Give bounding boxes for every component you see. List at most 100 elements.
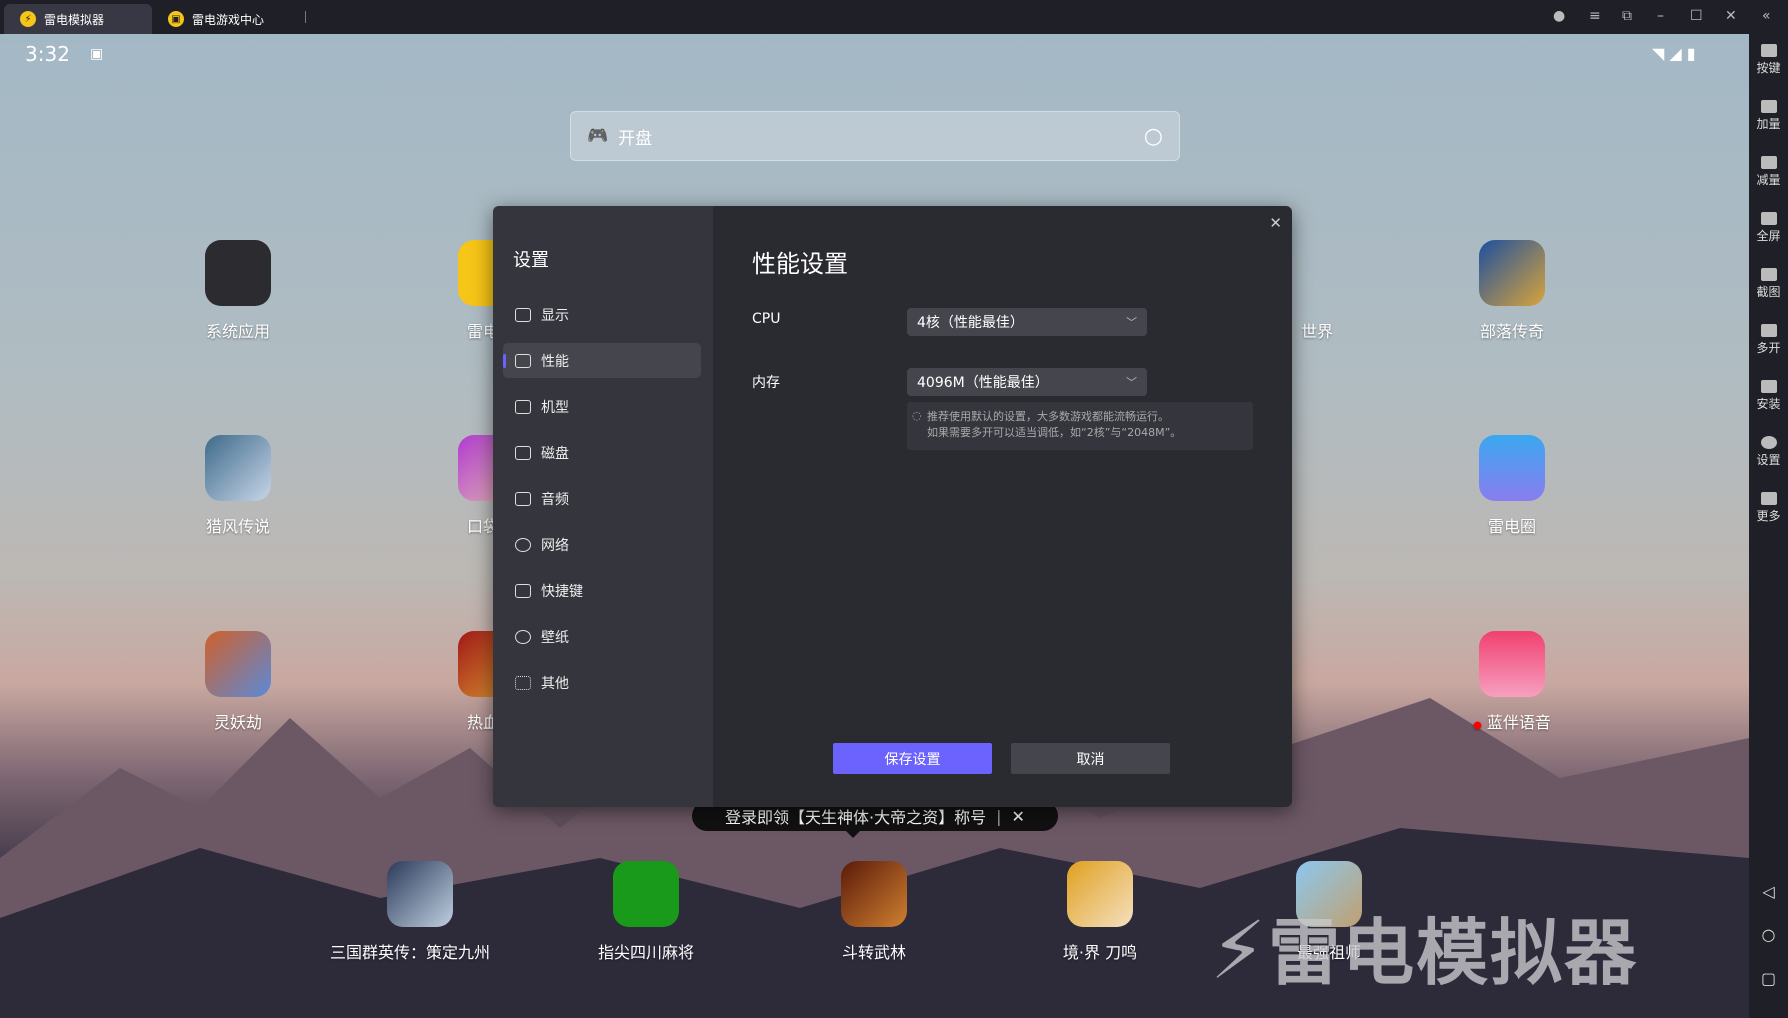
- search-icon[interactable]: ○: [1144, 124, 1163, 149]
- nav-model[interactable]: 机型: [503, 389, 701, 424]
- app-label: 系统应用: [205, 322, 270, 341]
- toolbar-volume-up[interactable]: 加量: [1749, 100, 1788, 132]
- cancel-button[interactable]: 取消: [1011, 743, 1170, 774]
- tab-emulator[interactable]: ⚡ 雷电模拟器: [4, 4, 152, 34]
- gear-icon: [1760, 436, 1777, 449]
- cpu-select[interactable]: 4核（性能最佳） ﹀: [907, 308, 1147, 336]
- app-icon: [387, 861, 453, 927]
- nav-performance[interactable]: 性能: [503, 343, 701, 378]
- tab-game-center[interactable]: ▣ 雷电游戏中心: [152, 4, 264, 34]
- toolbar-label: 截图: [1756, 285, 1781, 299]
- app-lanban[interactable]: ● 蓝伴语音: [1442, 631, 1582, 733]
- recents-icon[interactable]: ▢: [1749, 969, 1788, 988]
- hint-line: 如果需要多开可以适当调低，如“2核”与“2048M”。: [927, 426, 1182, 439]
- nav-other[interactable]: 其他: [503, 665, 701, 700]
- app-label: 三国群英传：策定九州: [330, 943, 491, 962]
- app-icon: [1067, 861, 1133, 927]
- toolbar-label: 按键: [1756, 61, 1781, 75]
- tooltip-close-button[interactable]: ✕: [1012, 807, 1025, 826]
- toolbar-volume-down[interactable]: 减量: [1749, 156, 1788, 188]
- wifi-icon: ◥ ◢ ▮: [1652, 44, 1696, 63]
- palette-icon: [515, 629, 531, 644]
- keyboard-icon: [1760, 44, 1777, 57]
- app-label: 世界: [1300, 322, 1333, 341]
- toolbar-label: 更多: [1756, 509, 1781, 523]
- maximize-icon[interactable]: ☐: [1690, 8, 1703, 24]
- app-liefeng[interactable]: 猎风传说: [168, 435, 308, 537]
- pulse-icon: [515, 353, 531, 368]
- app-icon: [205, 631, 271, 697]
- clock: 3:32: [25, 42, 70, 66]
- settings-dialog: 设置 显示 性能 机型 磁盘 音频 网络 快捷键 壁纸 其他 ✕ 性能设置 CP…: [493, 206, 1292, 807]
- nav-shortcuts[interactable]: 快捷键: [503, 573, 701, 608]
- new-dot: ●: [1473, 720, 1482, 731]
- toolbar-keymap[interactable]: 按键: [1749, 44, 1788, 76]
- settings-nav: 设置 显示 性能 机型 磁盘 音频 网络 快捷键 壁纸 其他: [493, 206, 713, 807]
- scissors-icon: [1760, 268, 1777, 281]
- toolbar-label: 安装: [1756, 397, 1781, 411]
- nav-label: 壁纸: [541, 629, 569, 646]
- toolbar-label: 减量: [1756, 173, 1781, 187]
- dock-app-mahjong[interactable]: 指尖四川麻将: [576, 861, 716, 963]
- tab-label: 雷电模拟器: [44, 12, 105, 27]
- search-placeholder: 开盘: [618, 128, 653, 149]
- restore-icon[interactable]: ⧉: [1622, 8, 1632, 24]
- memory-select[interactable]: 4096M（性能最佳） ﹀: [907, 368, 1147, 396]
- phone-icon: [515, 399, 531, 414]
- dialog-close-button[interactable]: ✕: [1269, 214, 1282, 232]
- back-icon[interactable]: ◁: [1749, 882, 1788, 901]
- volume-down-icon: [1760, 156, 1777, 169]
- app-label: 指尖四川麻将: [597, 943, 694, 962]
- toolbar-label: 设置: [1756, 453, 1781, 467]
- toolbar-label: 加量: [1756, 117, 1781, 131]
- memory-label: 内存: [752, 375, 780, 391]
- title-bar: ⚡ 雷电模拟器 ▣ 雷电游戏中心 ● ≡ ⧉ – ☐ ✕ «: [0, 0, 1788, 34]
- user-icon[interactable]: ●: [1553, 8, 1565, 24]
- gamepad-icon: [515, 491, 531, 506]
- hint-box: ◌ 推荐使用默认的设置，大多数游戏都能流畅运行。 如果需要多开可以适当调低，如“2核…: [907, 402, 1253, 450]
- toolbar-screenshot[interactable]: 截图: [1749, 268, 1788, 300]
- nav-audio[interactable]: 音频: [503, 481, 701, 516]
- multi-instance-icon: [1760, 324, 1777, 337]
- nav-label: 显示: [541, 307, 569, 324]
- app-lingyaojie[interactable]: 灵妖劫: [168, 631, 308, 733]
- tab-label: 雷电游戏中心: [192, 12, 265, 27]
- toolbar-install[interactable]: 安装: [1749, 380, 1788, 412]
- close-icon[interactable]: ✕: [1725, 8, 1737, 24]
- gamepad-icon: 🎮: [587, 126, 609, 146]
- nav-display[interactable]: 显示: [503, 297, 701, 332]
- app-label: 境·界 刀鸣: [1062, 943, 1138, 962]
- folder-icon: [205, 240, 271, 306]
- toolbar-more[interactable]: 更多: [1749, 492, 1788, 524]
- cpu-label: CPU: [752, 311, 781, 327]
- dock-app-sanguo[interactable]: 三国群英传：策定九州: [330, 861, 490, 963]
- toolbar-settings[interactable]: 设置: [1749, 436, 1788, 468]
- keyboard-icon: [515, 583, 531, 598]
- app-icon: [841, 861, 907, 927]
- app-system-apps[interactable]: 系统应用: [168, 240, 308, 342]
- nav-label: 磁盘: [541, 445, 569, 462]
- app-label: 猎风传说: [205, 517, 270, 536]
- app-leidianquan[interactable]: 雷电圈: [1442, 435, 1582, 537]
- apk-icon: [1760, 380, 1777, 393]
- toolbar-label: 多开: [1756, 341, 1781, 355]
- ldplayer-logo-icon: ⚡: [20, 11, 36, 27]
- app-label: 蓝伴语音: [1486, 713, 1551, 732]
- toolbar-fullscreen[interactable]: 全屏: [1749, 212, 1788, 244]
- app-label: 斗转武林: [841, 943, 906, 962]
- nav-network[interactable]: 网络: [503, 527, 701, 562]
- nav-wallpaper[interactable]: 壁纸: [503, 619, 701, 654]
- dock-app-douzhuan[interactable]: 斗转武林: [804, 861, 944, 963]
- app-buluo-chuanqi[interactable]: 部落传奇: [1442, 240, 1582, 342]
- app-icon: [613, 861, 679, 927]
- minimize-icon[interactable]: –: [1657, 8, 1664, 24]
- save-button[interactable]: 保存设置: [833, 743, 992, 774]
- search-input[interactable]: 🎮 开盘 ○: [570, 111, 1180, 161]
- home-icon[interactable]: ○: [1749, 925, 1788, 944]
- toolbar-multi[interactable]: 多开: [1749, 324, 1788, 356]
- dock-app-jingjie[interactable]: 境·界 刀鸣: [1030, 861, 1170, 963]
- menu-icon[interactable]: ≡: [1589, 8, 1601, 24]
- nav-disk[interactable]: 磁盘: [503, 435, 701, 470]
- chevron-down-icon: ﹀: [1126, 376, 1137, 389]
- collapse-sidebar-icon[interactable]: «: [1762, 8, 1771, 24]
